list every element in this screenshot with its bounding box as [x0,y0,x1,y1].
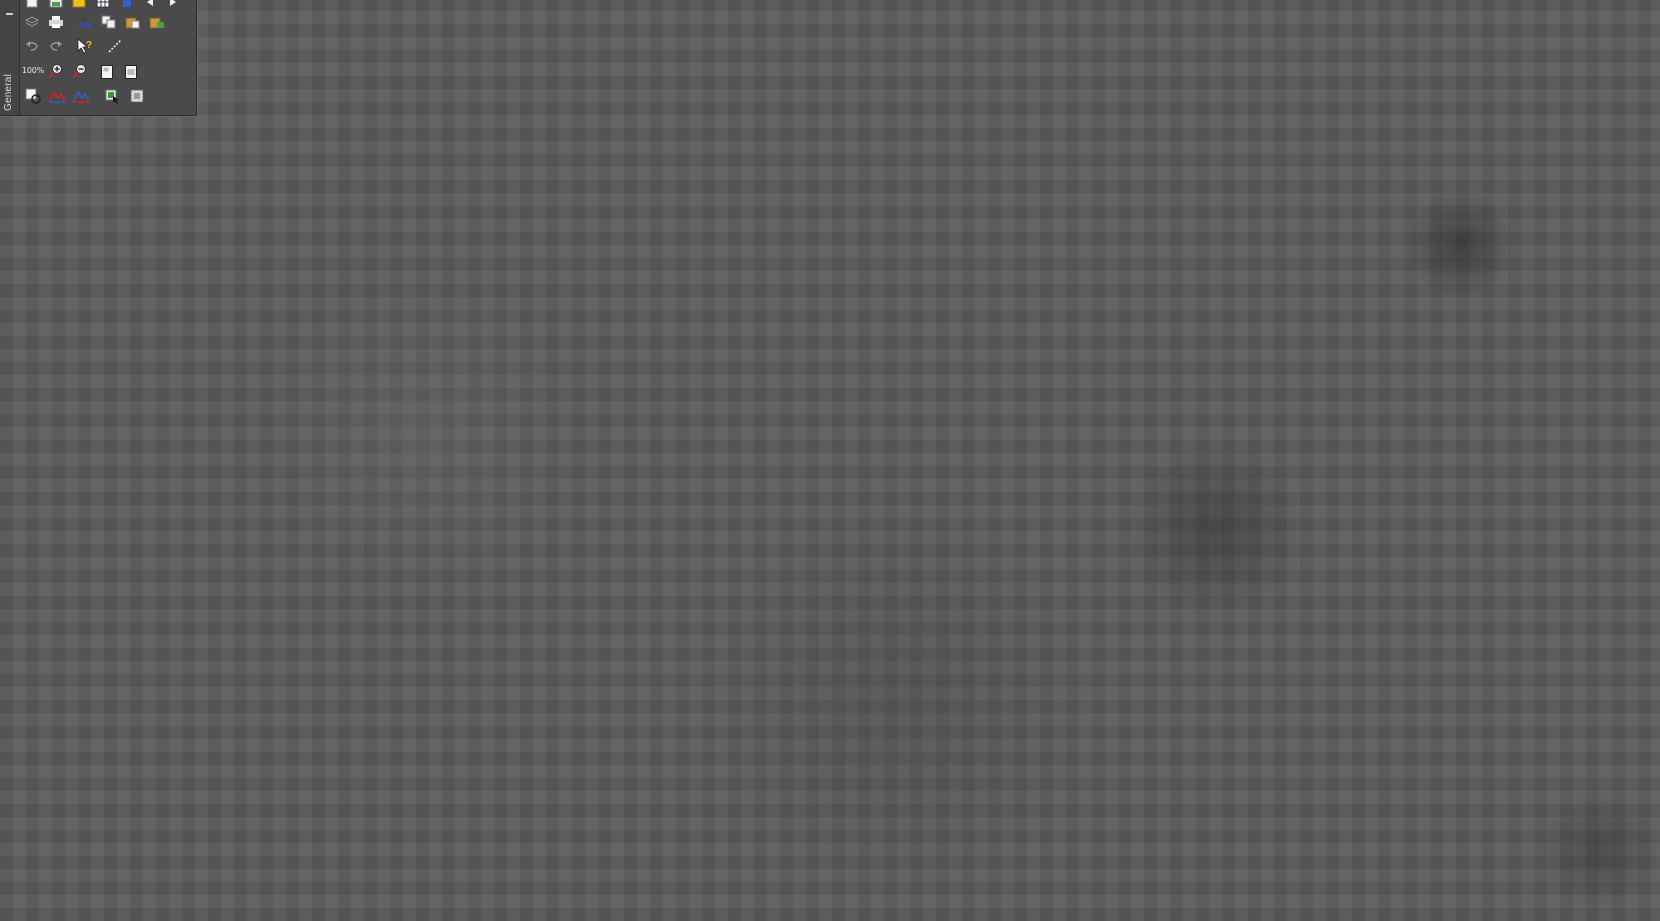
arrow-right-icon [170,0,176,6]
layers-button[interactable] [23,13,41,31]
paste-special-icon [149,17,164,29]
frame-button[interactable] [128,87,146,105]
collapse-icon[interactable] [6,13,13,15]
frame-icon [130,89,144,103]
info-icon [123,0,131,7]
copy-button[interactable] [100,13,118,31]
panel-tab-general[interactable]: General [0,0,20,115]
print-button[interactable] [47,13,65,31]
grid-button[interactable] [94,0,112,10]
fit-width-icon [125,65,137,79]
refresh-icon [25,88,41,104]
help-icon: ? [77,38,92,54]
terrain-blue-button[interactable] [72,87,90,105]
paste-special-button[interactable] [148,13,166,31]
zoom-in-button[interactable] [47,62,65,80]
layers-icon [24,16,40,27]
copy-icon [101,15,116,29]
fit-page-icon [101,65,113,79]
back-button[interactable] [141,0,159,10]
paste-icon [125,17,140,29]
general-toolbar-panel: General ? 100% [0,0,197,116]
zoom-in-icon [49,64,62,78]
redo-icon [50,41,62,51]
new-icon [26,0,38,8]
open-button[interactable] [70,0,88,10]
refresh-button[interactable] [24,87,42,105]
new-button[interactable] [23,0,41,10]
mountain-red-icon [48,90,66,103]
measure-button[interactable] [106,37,124,55]
zoom-100-button[interactable]: 100% [22,66,44,75]
undo-button[interactable] [23,37,41,55]
fit-page-button[interactable] [98,63,116,81]
help-button[interactable]: ? [76,37,94,55]
open-folder-icon [72,0,86,8]
zoom-out-button[interactable] [71,62,89,80]
save-icon [49,0,63,8]
forward-button[interactable] [164,0,182,10]
cut-icon [79,16,91,28]
select-button[interactable] [104,87,122,105]
mountain-blue-icon [72,90,90,103]
fit-width-button[interactable] [122,63,140,81]
redo-button[interactable] [47,37,65,55]
select-icon [105,89,119,104]
zoom-out-icon [73,64,86,78]
undo-icon [26,41,38,51]
print-icon [49,16,63,28]
paste-button[interactable] [124,13,142,31]
canvas-workspace[interactable] [0,0,1660,921]
panel-tab-label: General [3,74,14,111]
arrow-left-icon [147,0,153,6]
save-button[interactable] [47,0,65,10]
svg-text:?: ? [86,40,92,51]
info-button[interactable] [118,0,136,10]
terrain-red-button[interactable] [48,87,66,105]
measure-icon [108,39,122,53]
grid-icon [96,0,110,8]
cut-button[interactable] [76,13,94,31]
